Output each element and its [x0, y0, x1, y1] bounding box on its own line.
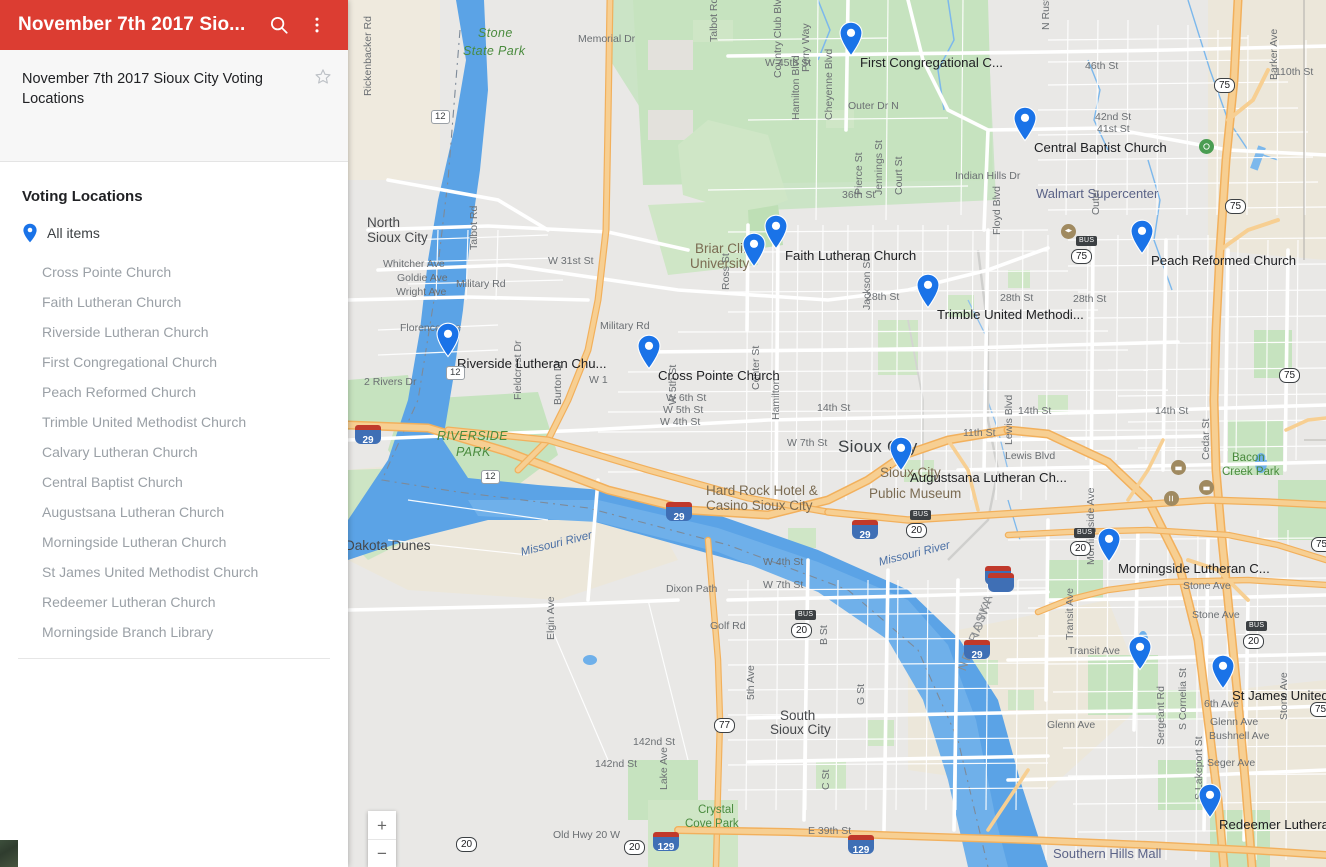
list-item[interactable]: Morningside Lutheran Church: [0, 527, 348, 557]
route-shield-us75: 75: [1310, 702, 1326, 717]
route-shield-i29: 29: [852, 520, 878, 541]
sidebar-header: November 7th 2017 Sio...: [0, 0, 348, 50]
list-item[interactable]: Morningside Branch Library: [0, 617, 348, 647]
route-shield-us20: 20: [624, 840, 646, 855]
golf-poi-icon[interactable]: [1199, 139, 1214, 154]
list-item[interactable]: Redeemer Lutheran Church: [0, 587, 348, 617]
map-marker[interactable]: [915, 273, 941, 309]
sidebar-divider: [18, 658, 330, 659]
route-shield-us20: 20: [1070, 541, 1092, 556]
map-title: November 7th 2017 Sio...: [18, 14, 246, 35]
list-item[interactable]: Cross Pointe Church: [0, 257, 348, 287]
zoom-out-button[interactable]: −: [368, 839, 396, 867]
more-vert-icon[interactable]: [298, 6, 336, 44]
route-shield-bus: BUS: [795, 610, 817, 620]
route-shield-us20: 20: [456, 837, 478, 852]
route-shield-i75b: [988, 573, 1014, 592]
map-marker[interactable]: [838, 21, 864, 57]
map-name-label[interactable]: November 7th 2017 Sioux City Voting Loca…: [22, 70, 304, 109]
list-item[interactable]: Faith Lutheran Church: [0, 287, 348, 317]
route-shield-us20: 20: [906, 523, 928, 538]
zoom-in-button[interactable]: +: [368, 811, 396, 839]
route-shield-bus: BUS: [1246, 621, 1268, 631]
route-shield-bus: BUS: [1074, 528, 1096, 538]
route-shield-bus: BUS: [1076, 236, 1098, 246]
route-shield-bus: BUS: [910, 510, 932, 520]
list-item[interactable]: Peach Reformed Church: [0, 377, 348, 407]
my-maps-app: November 7th 2017 Sio... November 7th 20…: [0, 0, 1326, 867]
museum-poi-icon-2[interactable]: [1199, 480, 1214, 495]
map-marker[interactable]: [1127, 635, 1153, 671]
all-items-label: All items: [47, 225, 100, 241]
layers-section: Voting Locations All items Cross Pointe …: [0, 162, 348, 867]
layer-title: Voting Locations: [22, 188, 143, 205]
zoom-controls: + −: [368, 811, 396, 867]
map-pin-icon: [22, 223, 38, 243]
route-shield-i29: 29: [355, 425, 381, 446]
search-icon[interactable]: [260, 6, 298, 44]
route-shield-i29: 29: [964, 640, 990, 661]
list-item[interactable]: St James United Methodist Church: [0, 557, 348, 587]
map-marker[interactable]: [1197, 783, 1223, 819]
map-marker[interactable]: [1210, 654, 1236, 690]
map-marker[interactable]: [1096, 527, 1122, 563]
restaurant-poi-icon[interactable]: [1164, 491, 1179, 506]
map-marker[interactable]: [888, 436, 914, 472]
star-outline-icon[interactable]: [312, 66, 334, 88]
route-shield-us75: 75: [1311, 537, 1326, 552]
map-info-card: November 7th 2017 Sioux City Voting Loca…: [0, 50, 348, 162]
route-shield-i29: 29: [666, 502, 692, 523]
list-item[interactable]: First Congregational Church: [0, 347, 348, 377]
route-shield-us75: 75: [1279, 368, 1301, 383]
map-canvas: [348, 0, 1326, 867]
list-item[interactable]: Central Baptist Church: [0, 467, 348, 497]
university-poi-icon[interactable]: [1061, 224, 1076, 239]
route-shield-us75: 75: [1071, 249, 1093, 264]
map-marker[interactable]: [636, 334, 662, 370]
map-marker[interactable]: [741, 232, 767, 268]
route-shield-12: 12: [481, 470, 500, 484]
route-shield-us75: 75: [1225, 199, 1247, 214]
route-shield-us77: 77: [714, 718, 736, 733]
route-shield-us20: 20: [1243, 634, 1265, 649]
map-marker[interactable]: [1012, 106, 1038, 142]
list-item[interactable]: Augustsana Lutheran Church: [0, 497, 348, 527]
list-item[interactable]: Trimble United Methodist Church: [0, 407, 348, 437]
voting-locations-list: Cross Pointe Church Faith Lutheran Church…: [0, 257, 348, 647]
route-shield-12: 12: [431, 110, 450, 124]
list-item[interactable]: Riverside Lutheran Church: [0, 317, 348, 347]
sidebar-panel: November 7th 2017 Sio... November 7th 20…: [0, 0, 348, 867]
route-shield-us20: 20: [791, 623, 813, 638]
list-item[interactable]: Calvary Lutheran Church: [0, 437, 348, 467]
route-shield-12: 12: [446, 366, 465, 380]
map-marker[interactable]: [435, 322, 461, 358]
map-marker[interactable]: [1129, 219, 1155, 255]
route-shield-i129: 129: [653, 832, 679, 853]
map-viewport[interactable]: Sioux City North Sioux City South Sioux City…: [348, 0, 1326, 867]
route-shield-i129: 129: [848, 835, 874, 856]
route-shield-us75: 75: [1214, 78, 1236, 93]
all-items-row[interactable]: All items: [0, 223, 348, 243]
basemap-toggle-thumbnail[interactable]: [0, 840, 18, 867]
museum-poi-icon[interactable]: [1171, 460, 1186, 475]
